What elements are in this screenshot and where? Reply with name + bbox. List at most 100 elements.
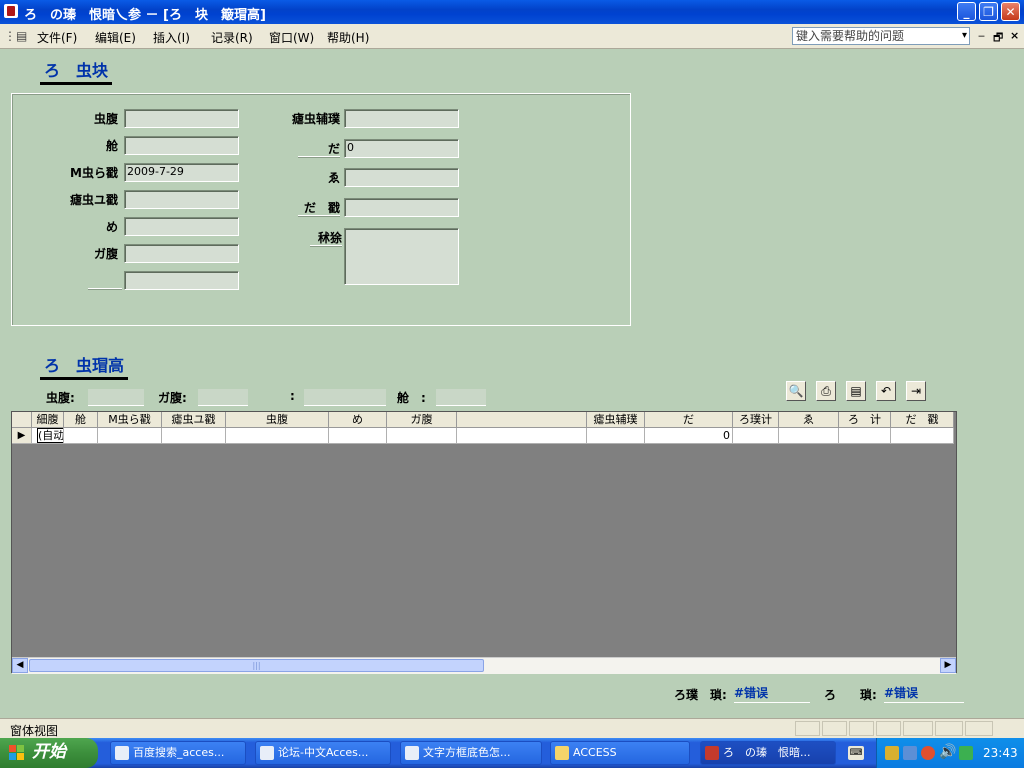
col-header-10[interactable]: だ: [645, 412, 733, 428]
row-cell-12[interactable]: [779, 428, 839, 444]
row-cell-4[interactable]: [162, 428, 226, 444]
clock[interactable]: 23:43: [983, 746, 1018, 760]
field-right-3[interactable]: [344, 168, 459, 187]
print-icon: ⎙: [821, 384, 831, 398]
col-header-1[interactable]: 細腹: [32, 412, 64, 428]
chevron-down-icon[interactable]: ▾: [962, 28, 967, 44]
status-panel-3: [849, 721, 874, 736]
col-header-9[interactable]: 瘧虫辅璞: [587, 412, 645, 428]
exit-button[interactable]: ⇥: [906, 381, 926, 401]
label-left-6: ガ腹: [93, 247, 118, 261]
scroll-thumb[interactable]: |||: [29, 659, 484, 672]
antivirus-icon[interactable]: [921, 746, 935, 760]
status-panel-2: [822, 721, 847, 736]
row-cell-9[interactable]: [587, 428, 645, 444]
field-left-6[interactable]: [124, 244, 239, 263]
row-cell-7[interactable]: [387, 428, 457, 444]
label-left-5: め: [105, 220, 118, 234]
filter-field-3[interactable]: [304, 389, 386, 406]
close-button[interactable]: ✕: [1001, 2, 1020, 21]
windows-logo-icon: [9, 745, 25, 761]
mdi-restore-button[interactable]: 🗗: [993, 29, 1003, 48]
network-icon[interactable]: [903, 746, 917, 760]
ie-icon: [405, 746, 419, 760]
field-left-4[interactable]: [124, 190, 239, 209]
scroll-left-button[interactable]: ◀: [12, 658, 28, 673]
field-right-5-memo[interactable]: [344, 228, 459, 285]
taskbar-item-1[interactable]: 百度搜索_acces...: [110, 741, 246, 765]
taskbar-item-4[interactable]: ACCESS: [550, 741, 690, 765]
total-label-1: ろ璞 瑣:: [674, 688, 727, 702]
undo-button[interactable]: ↶: [876, 381, 896, 401]
print-button[interactable]: ⎙: [816, 381, 836, 401]
filter-field-4[interactable]: [436, 389, 486, 406]
menu-edit[interactable]: 编辑(E): [95, 29, 136, 46]
datasheet-grid[interactable]: [11, 411, 957, 673]
col-header-5[interactable]: 虫腹: [226, 412, 329, 428]
system-tray: 🔊 23:43: [876, 738, 1024, 768]
status-panel-6: [935, 721, 963, 736]
security-shield-icon[interactable]: [959, 746, 973, 760]
horizontal-scrollbar[interactable]: ◀ ||| ▶: [12, 657, 956, 674]
field-right-4[interactable]: [344, 198, 459, 217]
copy-button[interactable]: ▤: [846, 381, 866, 401]
row-cell-1[interactable]: (自动: [32, 428, 64, 444]
col-header-3[interactable]: M虫ら戳: [98, 412, 162, 428]
col-header-12[interactable]: ゑ: [779, 412, 839, 428]
keyboard-icon[interactable]: ⌨: [848, 746, 864, 760]
status-bar: 窗体视图: [0, 718, 1024, 739]
mdi-minimize-button[interactable]: ‒: [978, 29, 985, 42]
access-icon: [705, 746, 719, 760]
col-header-11[interactable]: ろ璞计: [733, 412, 779, 428]
exit-icon: ⇥: [910, 384, 922, 398]
menu-help[interactable]: 帮助(H): [327, 29, 369, 46]
taskbar-item-5[interactable]: ろ の瑧 恨暗...: [700, 741, 836, 765]
field-right-1[interactable]: [344, 109, 459, 128]
menu-insert[interactable]: 插入(I): [153, 29, 190, 46]
row-cell-13[interactable]: [839, 428, 891, 444]
minimize-button[interactable]: _: [957, 2, 976, 21]
row-cell-14[interactable]: [891, 428, 954, 444]
taskbar-item-2[interactable]: 论坛-中文Acces...: [255, 741, 391, 765]
field-left-3-date[interactable]: 2009-7-29: [124, 163, 239, 182]
col-header-2[interactable]: 舱: [64, 412, 98, 428]
scroll-right-button[interactable]: ▶: [940, 658, 956, 673]
row-cell-8[interactable]: [457, 428, 587, 444]
menu-window[interactable]: 窗口(W): [269, 29, 314, 46]
chevron-right-icon: ▶: [944, 660, 952, 670]
menu-records[interactable]: 记录(R): [211, 29, 253, 46]
preview-button[interactable]: 🔍: [786, 381, 806, 401]
row-cell-2[interactable]: [64, 428, 98, 444]
title-bar: ろ の瑧 恨暗乀参 － [ろ 块 簸瑁高] _ ❐ ✕: [0, 0, 1024, 24]
col-header-7[interactable]: ガ腹: [387, 412, 457, 428]
field-left-7[interactable]: [124, 271, 239, 290]
taskbar-item-3[interactable]: 文字方框底色怎...: [400, 741, 542, 765]
grid-corner[interactable]: [12, 412, 32, 428]
row-cell-10[interactable]: 0: [645, 428, 733, 444]
row-cell-6[interactable]: [329, 428, 387, 444]
col-header-6[interactable]: め: [329, 412, 387, 428]
col-header-14[interactable]: だ 戳: [891, 412, 954, 428]
help-search-input[interactable]: 键入需要帮助的问题 ▾: [792, 27, 970, 45]
row-cell-5[interactable]: [226, 428, 329, 444]
col-header-8[interactable]: [457, 412, 587, 428]
section-title-main: ろ 虫块: [40, 57, 113, 85]
start-button[interactable]: 开始: [0, 738, 98, 768]
row-selector[interactable]: ▶: [12, 428, 32, 444]
volume-icon[interactable]: 🔊: [939, 744, 956, 760]
maximize-button[interactable]: ❐: [979, 2, 998, 21]
row-cell-11[interactable]: [733, 428, 779, 444]
label-left-3: M虫ら戳: [70, 166, 118, 180]
field-left-2[interactable]: [124, 136, 239, 155]
menu-file[interactable]: 文件(F): [37, 29, 77, 46]
col-header-4[interactable]: 瘧虫ユ戳: [162, 412, 226, 428]
col-header-13[interactable]: ろ 计: [839, 412, 891, 428]
filter-field-2[interactable]: [198, 389, 248, 406]
ime-icon[interactable]: [885, 746, 899, 760]
row-cell-3[interactable]: [98, 428, 162, 444]
field-right-2[interactable]: 0: [344, 139, 459, 158]
filter-field-1[interactable]: [88, 389, 144, 406]
mdi-close-button[interactable]: ×: [1010, 29, 1019, 42]
field-left-1[interactable]: [124, 109, 239, 128]
field-left-5[interactable]: [124, 217, 239, 236]
